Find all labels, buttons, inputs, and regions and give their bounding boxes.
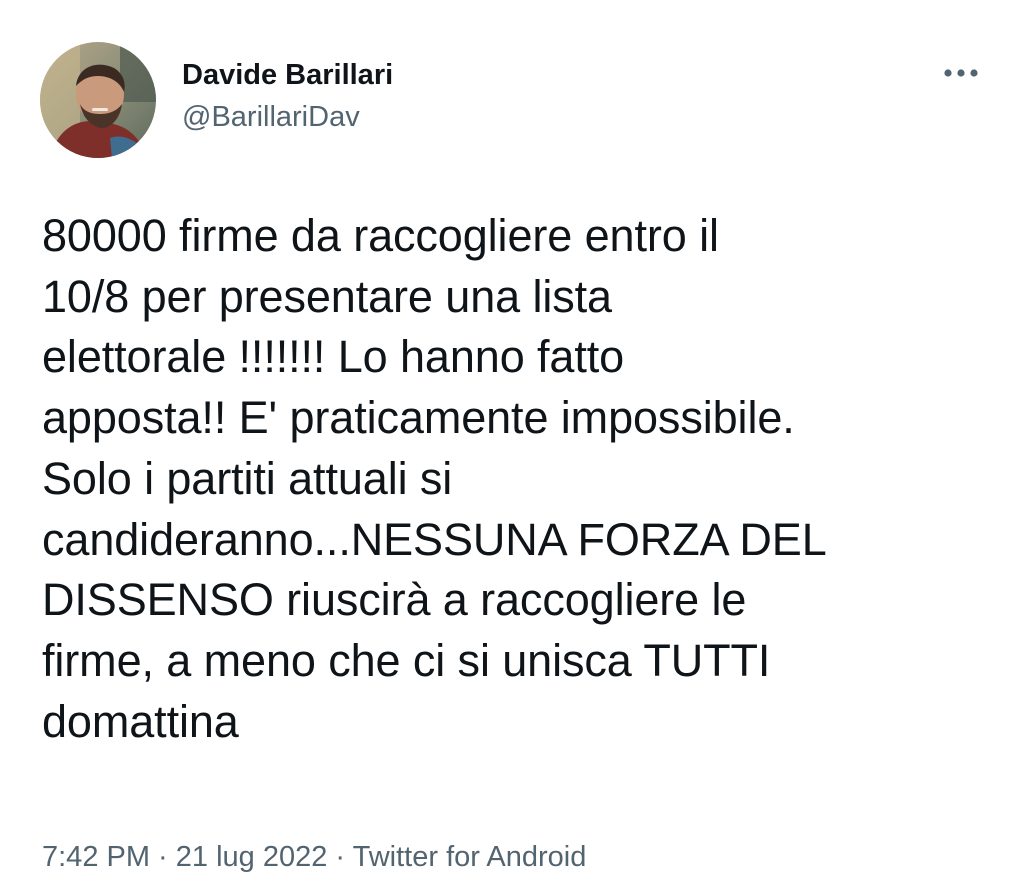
meta-separator: ·: [150, 841, 176, 873]
tweet-date[interactable]: 21 lug 2022: [176, 841, 328, 873]
author-handle[interactable]: @BarillariDav: [182, 100, 393, 134]
tweet-source[interactable]: Twitter for Android: [353, 841, 587, 873]
meta-separator: ·: [327, 841, 353, 873]
author-info: Davide Barillari @BarillariDav: [182, 58, 393, 134]
tweet-metadata: 7:42 PM · 21 lug 2022 · Twitter for Andr…: [42, 840, 586, 874]
tweet: Davide Barillari @BarillariDav 80000 fir…: [0, 0, 1024, 891]
tweet-text: 80000 firme da raccogliere entro il 10/8…: [42, 210, 827, 747]
author-display-name[interactable]: Davide Barillari: [182, 58, 393, 92]
avatar[interactable]: [40, 42, 156, 158]
more-options-button[interactable]: [938, 58, 984, 88]
avatar-image: [40, 42, 156, 158]
more-horizontal-icon: [944, 69, 978, 77]
tweet-time[interactable]: 7:42 PM: [42, 841, 150, 873]
